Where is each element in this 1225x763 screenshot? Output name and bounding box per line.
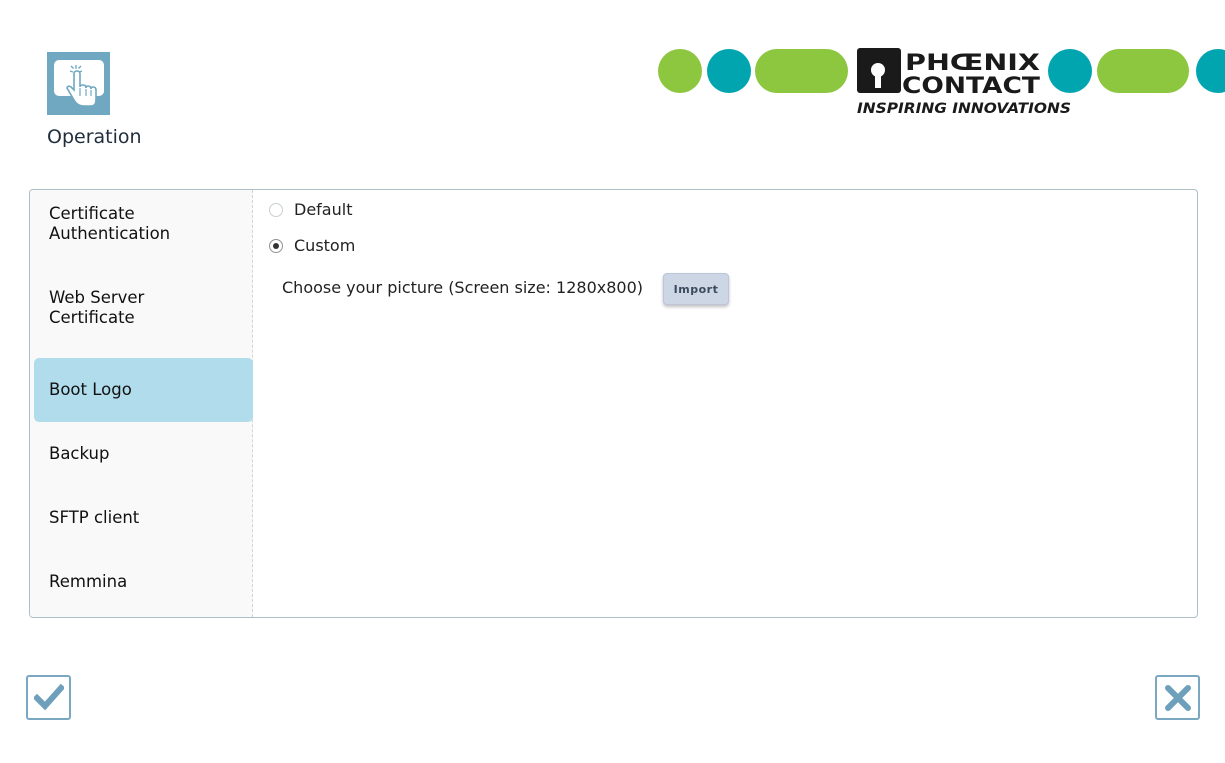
custom-radio[interactable] bbox=[269, 238, 283, 253]
cancel-button[interactable] bbox=[1155, 675, 1200, 720]
default-label: Default bbox=[294, 200, 353, 219]
header: Operation PHŒNIX CONTACT INSPIRING INNOV… bbox=[0, 0, 1225, 170]
sidebar-item-sftp-client[interactable]: SFTP client bbox=[34, 486, 253, 550]
choose-picture-label: Choose your picture (Screen size: 1280x8… bbox=[282, 278, 643, 297]
sidebar-item-label: Certificate bbox=[49, 308, 135, 327]
sidebar-item-boot-logo[interactable]: Boot Logo bbox=[34, 358, 253, 422]
brand-name-line1: PHŒNIX bbox=[905, 51, 1040, 76]
sidebar-item-certificate-authentication[interactable]: Certificate Authentication bbox=[34, 192, 253, 256]
ok-button[interactable] bbox=[26, 675, 71, 720]
sidebar-item-label: SFTP client bbox=[49, 508, 140, 527]
sidebar-item-web-server-certificate[interactable]: Web Server Certificate bbox=[34, 276, 253, 340]
default-radio[interactable] bbox=[269, 202, 283, 217]
sidebar-item-label: Remmina bbox=[49, 572, 128, 591]
sidebar: Certificate Authentication Web Server Ce… bbox=[30, 190, 253, 617]
close-icon bbox=[1164, 684, 1191, 711]
settings-panel: Certificate Authentication Web Server Ce… bbox=[29, 189, 1198, 618]
brand-tagline: INSPIRING INNOVATIONS bbox=[857, 101, 1071, 117]
custom-label: Custom bbox=[294, 236, 356, 255]
custom-option[interactable]: Custom bbox=[269, 236, 355, 255]
import-button[interactable]: Import bbox=[663, 273, 729, 305]
phoenix-contact-logo: PHŒNIX CONTACT INSPIRING INNOVATIONS bbox=[650, 40, 1225, 125]
sidebar-item-backup[interactable]: Backup bbox=[34, 422, 253, 486]
sidebar-item-label: Certificate bbox=[49, 204, 135, 223]
brand-name-line2: CONTACT bbox=[902, 74, 1040, 99]
touch-hand-icon bbox=[47, 52, 110, 115]
default-option[interactable]: Default bbox=[269, 200, 352, 219]
sidebar-item-label: Authentication bbox=[49, 224, 171, 243]
page-title: Operation bbox=[47, 126, 142, 148]
sidebar-item-label: Backup bbox=[49, 444, 110, 463]
sidebar-item-label: Web Server bbox=[49, 288, 145, 307]
checkmark-icon bbox=[33, 683, 64, 710]
sidebar-item-label: Boot Logo bbox=[49, 380, 132, 399]
sidebar-item-remmina[interactable]: Remmina bbox=[34, 550, 253, 614]
